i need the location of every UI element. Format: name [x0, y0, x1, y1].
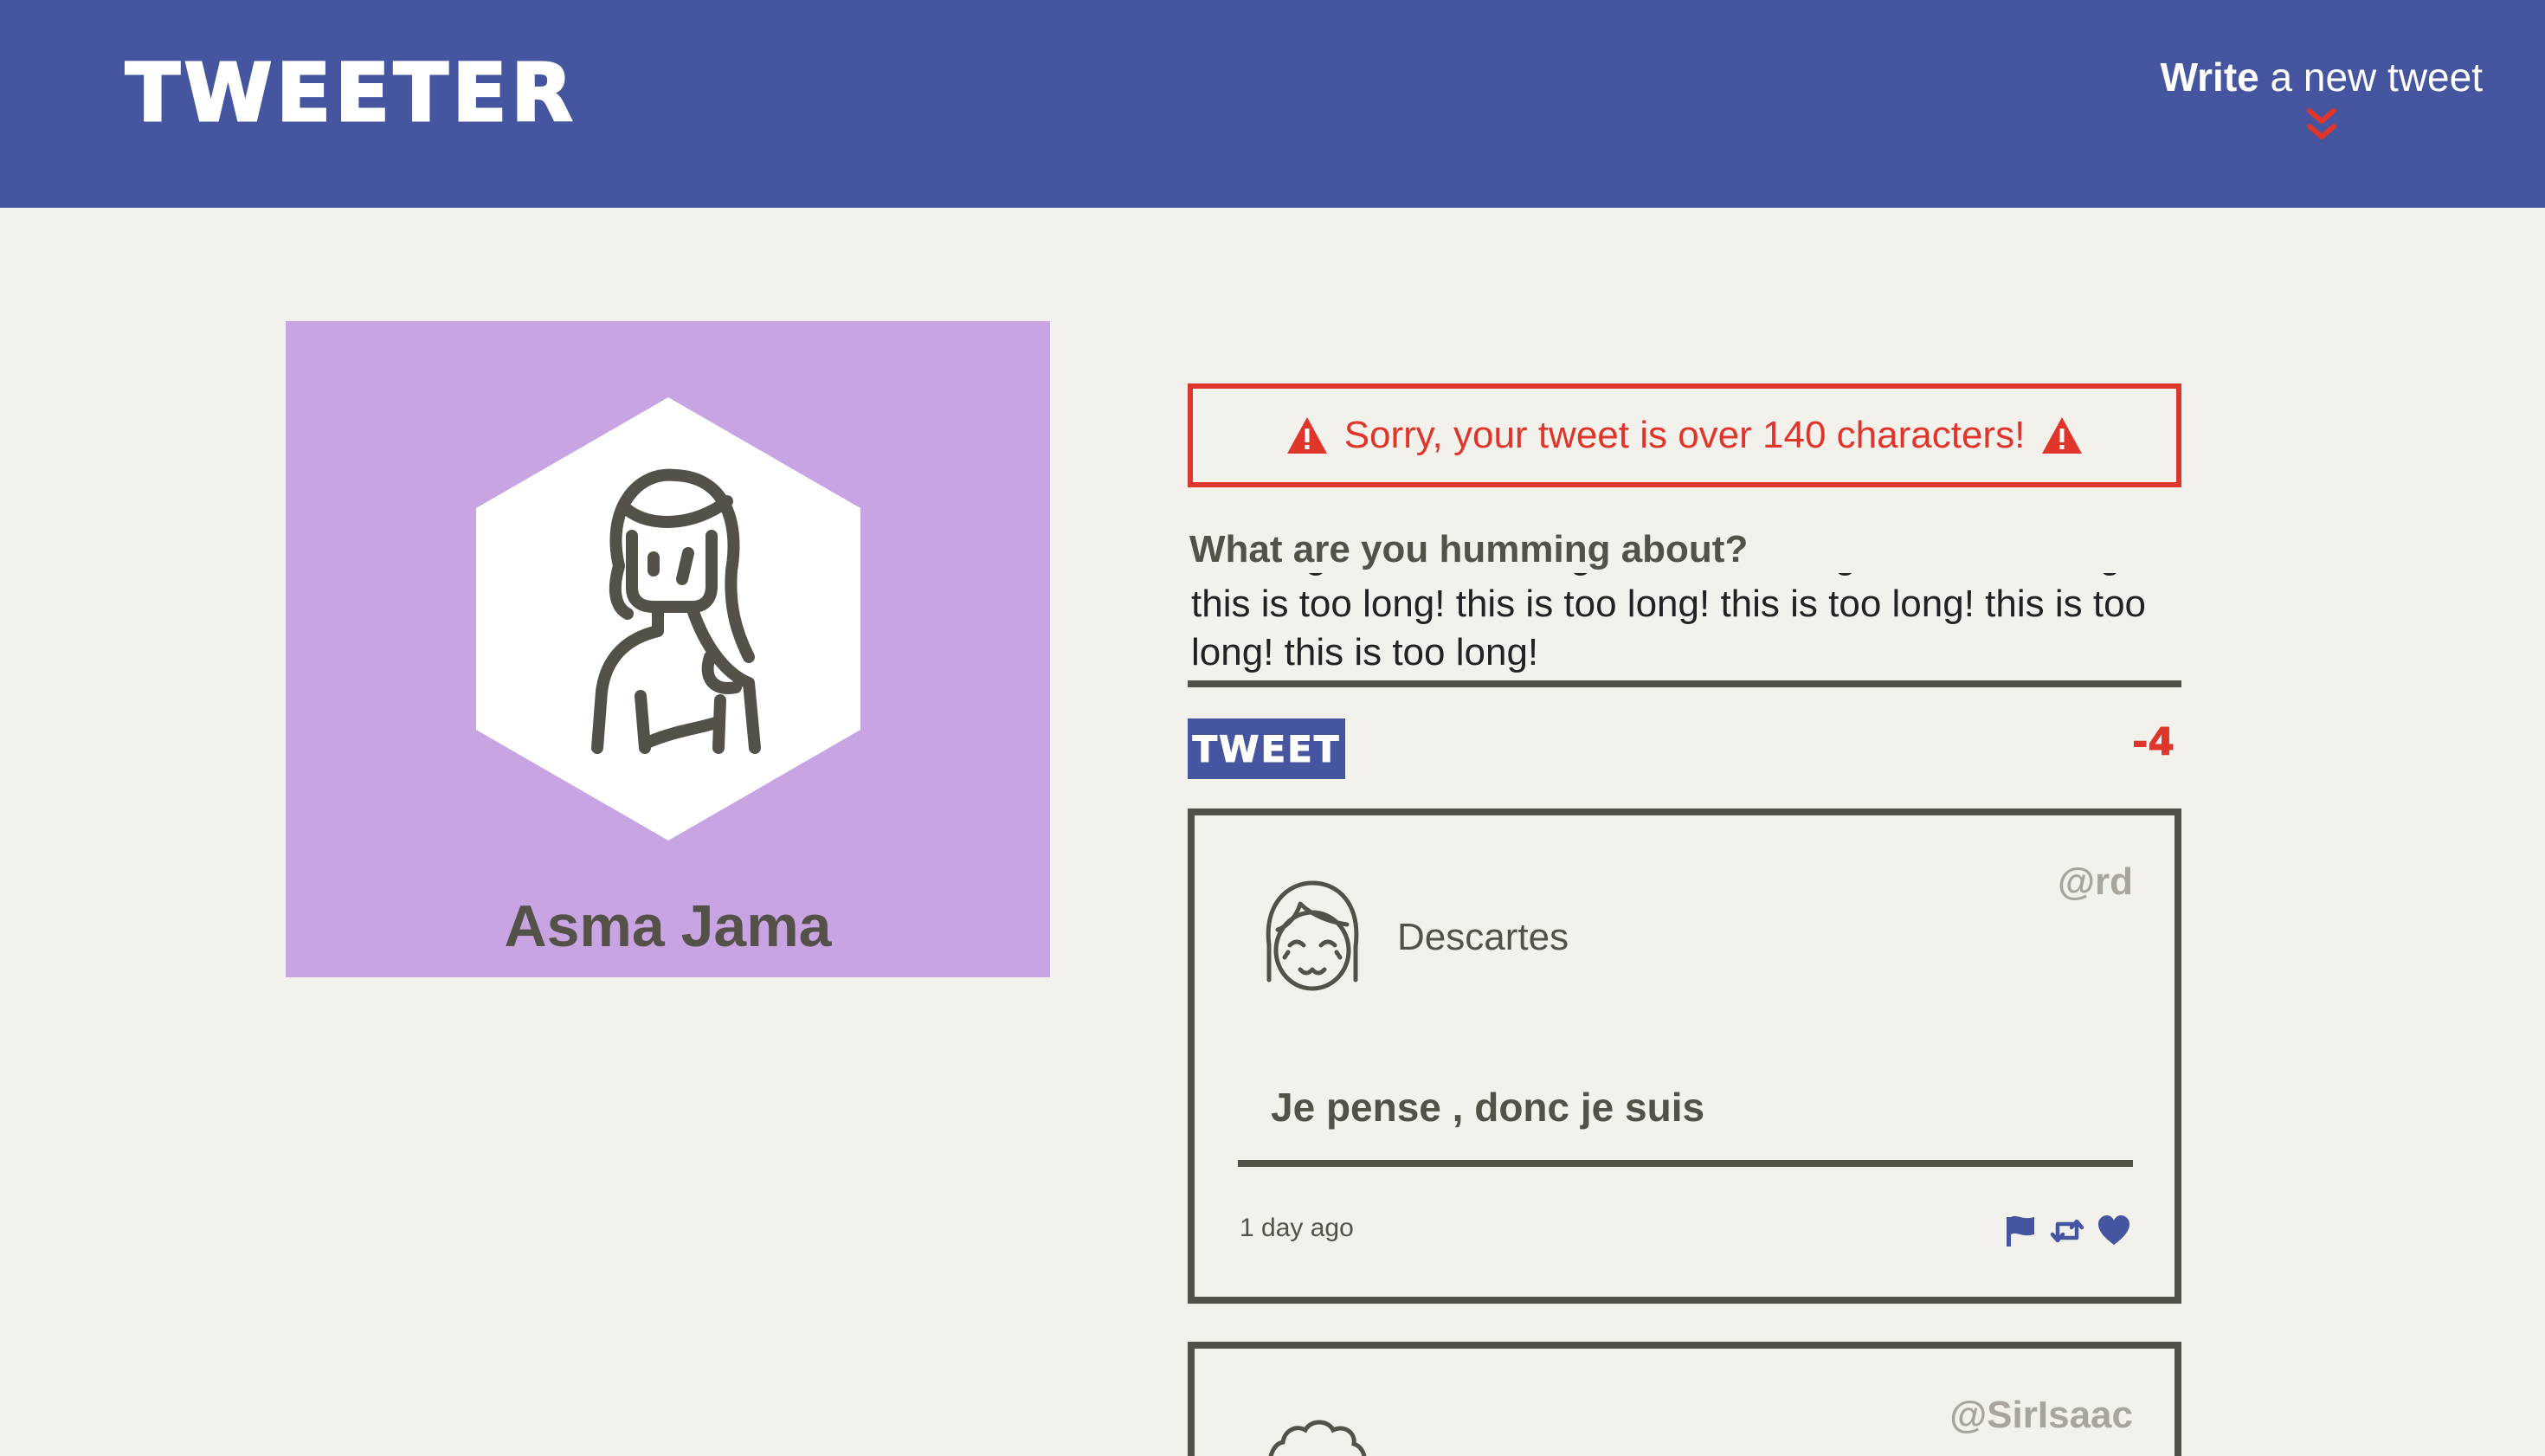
user-avatar	[1266, 880, 1359, 991]
tweet-author: Descartes	[1397, 916, 1569, 958]
tweet-card: @SirIsaac	[1188, 1342, 2181, 1456]
write-new-tweet-link[interactable]: Write a new tweet	[2161, 54, 2483, 144]
top-nav: TWEETER Write a new tweet	[0, 0, 2545, 208]
double-chevron-down-icon[interactable]	[2303, 106, 2341, 144]
tweet-divider	[1238, 1160, 2133, 1167]
tweet-button[interactable]: TWEET	[1188, 718, 1345, 779]
brand-logo[interactable]: TWEETER	[124, 52, 577, 134]
flag-icon[interactable]	[2003, 1214, 2038, 1248]
compose-label: What are you humming about?	[1189, 528, 1749, 570]
error-text: Sorry, your tweet is over 140 characters…	[1343, 414, 2026, 456]
tweet-handle: @rd	[2058, 860, 2133, 903]
compose-link-bold: Write	[2160, 55, 2259, 100]
tweet-handle: @SirIsaac	[1949, 1394, 2133, 1436]
warning-icon	[2042, 417, 2083, 454]
tweet-content: Je pense , donc je suis	[1271, 1085, 1705, 1130]
retweet-icon[interactable]	[2050, 1214, 2084, 1248]
tweet-actions	[2003, 1214, 2131, 1248]
character-counter: -4	[2132, 720, 2175, 765]
warning-icon	[1286, 417, 1327, 454]
user-avatar	[1268, 1420, 1367, 1456]
compose-link-text: a new tweet	[2258, 55, 2484, 100]
profile-card: Asma Jama	[286, 321, 1050, 977]
tweet-card: @rd Descartes Je pense , donc je suis 1 …	[1188, 809, 2181, 1304]
error-message: Sorry, your tweet is over 140 characters…	[1188, 383, 2181, 487]
tweet-timestamp: 1 day ago	[1240, 1214, 1354, 1242]
tweet-textarea-wrap: this is too long! this is too long! this…	[1188, 573, 2181, 687]
heart-icon[interactable]	[2097, 1214, 2131, 1248]
profile-avatar	[476, 397, 860, 841]
tweet-textarea[interactable]: this is too long! this is too long! this…	[1191, 573, 2178, 677]
profile-name: Asma Jama	[504, 893, 832, 959]
